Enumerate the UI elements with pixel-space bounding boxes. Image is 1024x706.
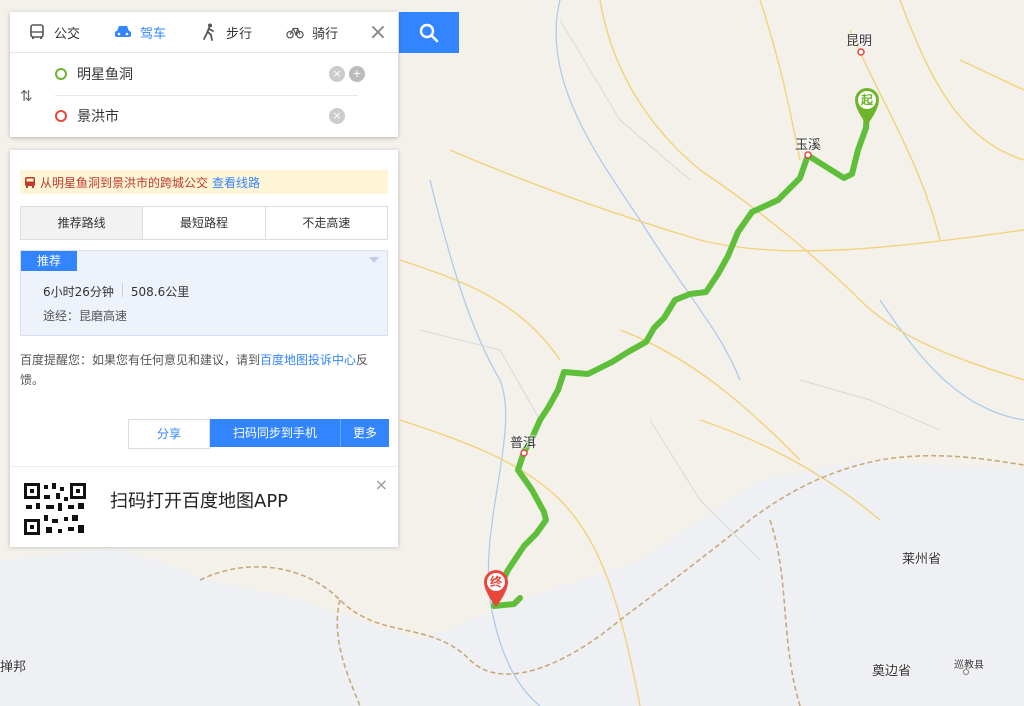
app-promo: 扫码打开百度地图APP × — [10, 466, 398, 547]
route-distance: 508.6公里 — [130, 285, 190, 299]
search-button[interactable] — [399, 12, 459, 53]
notice-prefix: 百度提醒您：如果您有任何意见和建议，请到 — [20, 353, 261, 367]
route-stats: 6小时26分钟 508.6公里 — [43, 283, 189, 300]
close-icon[interactable]: × — [366, 22, 390, 46]
origin-input[interactable]: 明星鱼洞 — [77, 64, 325, 84]
recommended-badge: 推荐 — [21, 251, 77, 271]
route-actions: 分享 扫码同步到手机 更多 — [128, 419, 389, 449]
route-duration: 6小时26分钟 — [43, 285, 114, 299]
feedback-notice: 百度提醒您：如果您有任何意见和建议，请到百度地图投诉中心反馈。 — [20, 350, 388, 390]
share-button[interactable]: 分享 — [128, 419, 210, 449]
stats-divider — [121, 283, 123, 297]
swap-icon[interactable]: ⇅ — [20, 87, 33, 105]
route-option-tabs: 推荐路线 最短路程 不走高速 — [20, 206, 388, 240]
tab-walk[interactable]: 步行 — [182, 12, 268, 52]
route-results-panel: 从明星鱼洞到景洪市的跨城公交 查看线路 推荐路线 最短路程 不走高速 推荐 6小… — [10, 150, 398, 547]
tab-bike-label: 骑行 — [312, 26, 339, 42]
tab-bike[interactable]: 骑行 — [268, 12, 354, 52]
collapse-arrow-icon[interactable] — [369, 257, 379, 263]
view-transit-link[interactable]: 查看线路 — [212, 174, 260, 191]
recommended-route-card[interactable]: 推荐 6小时26分钟 508.6公里 途经：昆磨高速 — [20, 250, 388, 336]
start-marker-label: 起 — [860, 93, 873, 107]
transit-tip-text: 从明星鱼洞到景洪市的跨城公交 — [40, 175, 209, 190]
route-search-panel: 公交 驾车 步行 骑行 × ⇅ 明星鱼洞 × + 景洪市 × — [10, 12, 398, 137]
origin-field[interactable]: 明星鱼洞 × + — [55, 53, 365, 95]
tab-avoid-highway[interactable]: 不走高速 — [266, 207, 387, 239]
map-label-dianbian: 奠边省 — [872, 664, 912, 679]
start-marker[interactable]: 起 — [852, 86, 882, 125]
tab-recommended-route[interactable]: 推荐路线 — [21, 207, 144, 239]
destination-dot-icon — [55, 110, 67, 122]
map-label-xunjiao: 巡教县 — [954, 660, 984, 671]
tab-drive-label: 驾车 — [140, 26, 167, 42]
qr-code-icon — [22, 481, 88, 537]
travel-mode-tabs: 公交 驾车 步行 骑行 — [10, 12, 398, 53]
close-promo-icon[interactable]: × — [375, 475, 388, 494]
end-marker[interactable]: 终 — [481, 568, 511, 607]
complaint-center-link[interactable]: 百度地图投诉中心 — [260, 353, 356, 367]
map-label-shanbang: 掸邦 — [0, 660, 27, 675]
tab-bus[interactable]: 公交 — [10, 12, 96, 52]
map-label-kunming: 昆明 — [846, 34, 873, 49]
bus-icon — [28, 23, 46, 41]
more-button[interactable]: 更多 — [340, 419, 389, 447]
route-inputs: ⇅ 明星鱼洞 × + 景洪市 × — [10, 53, 398, 137]
transit-tip: 从明星鱼洞到景洪市的跨城公交 查看线路 — [20, 170, 388, 194]
end-marker-label: 终 — [489, 575, 502, 589]
route-via: 途经：昆磨高速 — [43, 309, 128, 323]
origin-dot-icon — [55, 68, 67, 80]
tab-drive[interactable]: 驾车 — [96, 12, 182, 52]
search-icon — [419, 23, 439, 42]
map-label-laizhou: 莱州省 — [902, 552, 942, 567]
tab-walk-label: 步行 — [226, 26, 253, 42]
destination-input[interactable]: 景洪市 — [77, 106, 325, 126]
clear-destination-icon[interactable]: × — [329, 108, 345, 124]
scan-to-phone-button[interactable]: 扫码同步到手机 — [210, 419, 340, 447]
car-icon — [114, 23, 132, 41]
walk-icon — [200, 23, 218, 41]
map-label-puer: 普洱 — [510, 436, 537, 451]
map-label-yuxi: 玉溪 — [795, 138, 822, 153]
add-waypoint-icon[interactable]: + — [349, 66, 365, 82]
bus-icon — [25, 177, 35, 188]
app-promo-text: 扫码打开百度地图APP — [110, 491, 289, 512]
tab-bus-label: 公交 — [54, 26, 81, 42]
tab-shortest-route[interactable]: 最短路程 — [143, 207, 266, 239]
bike-icon — [286, 23, 304, 41]
destination-field[interactable]: 景洪市 × — [55, 95, 365, 137]
clear-origin-icon[interactable]: × — [329, 66, 345, 82]
